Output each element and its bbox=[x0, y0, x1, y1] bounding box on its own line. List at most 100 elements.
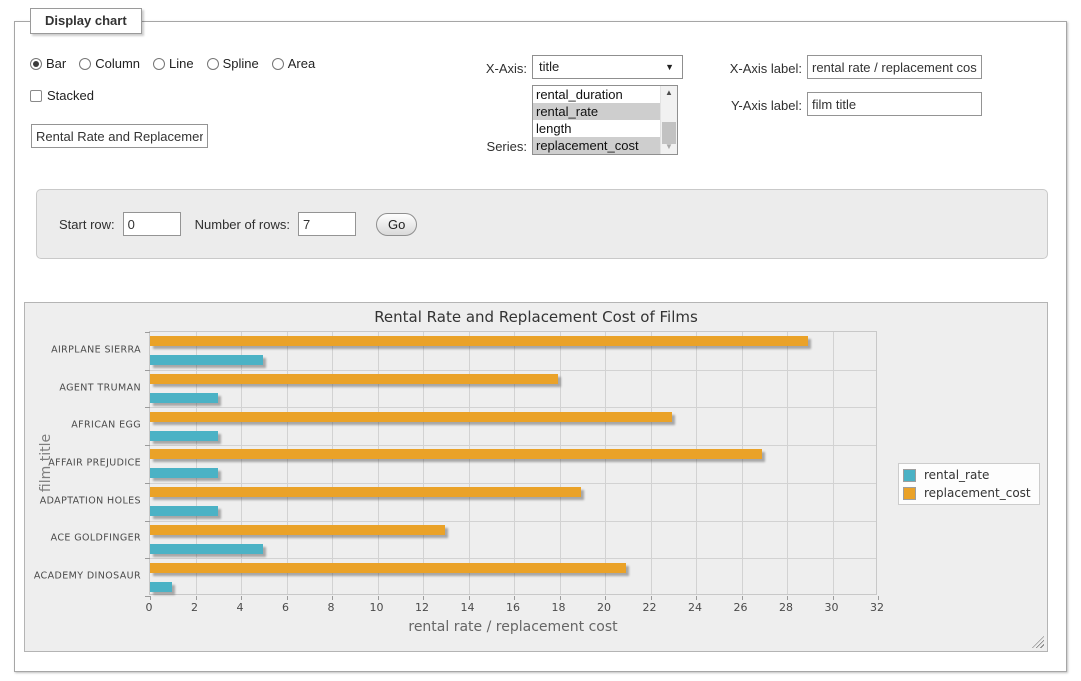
x-axis-label-field-label: X-Axis label: bbox=[712, 61, 802, 76]
x-tick-label: 24 bbox=[688, 601, 702, 614]
start-row-input[interactable] bbox=[123, 212, 181, 236]
x-tick-label: 14 bbox=[461, 601, 475, 614]
x-tick-mark bbox=[423, 596, 424, 600]
legend-swatch-icon bbox=[903, 487, 916, 500]
chevron-down-icon: ▼ bbox=[665, 63, 674, 72]
x-axis-label-input[interactable] bbox=[807, 55, 982, 79]
bar-replacement_cost bbox=[150, 449, 762, 459]
x-tick-mark bbox=[651, 596, 652, 600]
radio-label: Spline bbox=[223, 56, 259, 71]
y-tick-mark bbox=[145, 596, 150, 597]
x-tick-mark bbox=[196, 596, 197, 600]
radio-icon[interactable] bbox=[30, 58, 42, 70]
y-category-label: ADAPTATION HOLES bbox=[25, 495, 141, 506]
fieldset-legend: Display chart bbox=[30, 8, 142, 34]
row-controls-panel: Start row: Number of rows: Go bbox=[36, 189, 1048, 259]
x-axis-selected-value: title bbox=[539, 59, 559, 74]
bar-rental_rate bbox=[150, 355, 263, 365]
x-tick-label: 8 bbox=[328, 601, 335, 614]
series-listbox[interactable]: rental_durationrental_ratelengthreplacem… bbox=[532, 85, 678, 155]
legend-item: replacement_cost bbox=[903, 486, 1031, 500]
bar-band bbox=[150, 445, 876, 483]
y-axis-label-field-label: Y-Axis label: bbox=[712, 98, 802, 113]
stacked-option[interactable]: Stacked bbox=[30, 88, 94, 103]
series-option-length[interactable]: length bbox=[533, 120, 660, 137]
radio-label: Area bbox=[288, 56, 315, 71]
x-tick-mark bbox=[241, 596, 242, 600]
chart-title-input[interactable] bbox=[31, 124, 208, 148]
x-tick-mark bbox=[696, 596, 697, 600]
x-tick-mark bbox=[378, 596, 379, 600]
chart-type-radio-spline[interactable]: Spline bbox=[207, 56, 259, 71]
x-tick-label: 30 bbox=[825, 601, 839, 614]
y-category-label: AIRPLANE SIERRA bbox=[25, 344, 141, 355]
x-tick-mark bbox=[287, 596, 288, 600]
series-option-rental_rate[interactable]: rental_rate bbox=[533, 103, 660, 120]
x-tick-label: 4 bbox=[237, 601, 244, 614]
bar-replacement_cost bbox=[150, 412, 672, 422]
x-tick-label: 16 bbox=[506, 601, 520, 614]
stacked-checkbox[interactable] bbox=[30, 90, 42, 102]
bar-band bbox=[150, 558, 876, 596]
scroll-up-icon[interactable]: ▲ bbox=[661, 86, 677, 100]
x-tick-label: 32 bbox=[870, 601, 884, 614]
x-tick-mark bbox=[514, 596, 515, 600]
bar-replacement_cost bbox=[150, 336, 808, 346]
legend-item: rental_rate bbox=[903, 468, 1031, 482]
go-button[interactable]: Go bbox=[376, 213, 417, 236]
x-tick-mark bbox=[332, 596, 333, 600]
series-option-rental_duration[interactable]: rental_duration bbox=[533, 86, 660, 103]
x-tick-label: 22 bbox=[643, 601, 657, 614]
bar-replacement_cost bbox=[150, 525, 445, 535]
x-tick-mark bbox=[787, 596, 788, 600]
x-tick-label: 2 bbox=[191, 601, 198, 614]
x-tick-mark bbox=[150, 596, 151, 600]
radio-icon[interactable] bbox=[79, 58, 91, 70]
bar-rental_rate bbox=[150, 582, 172, 592]
bar-band bbox=[150, 483, 876, 521]
x-tick-label: 26 bbox=[734, 601, 748, 614]
y-category-label: AFFAIR PREJUDICE bbox=[25, 458, 141, 469]
y-axis-label-input[interactable] bbox=[807, 92, 982, 116]
x-axis-select[interactable]: title ▼ bbox=[532, 55, 683, 79]
radio-label: Line bbox=[169, 56, 194, 71]
series-option-replacement_cost[interactable]: replacement_cost bbox=[533, 137, 660, 154]
x-tick-mark bbox=[878, 596, 879, 600]
num-rows-input[interactable] bbox=[298, 212, 356, 236]
chart-legend: rental_rate replacement_cost bbox=[898, 463, 1040, 505]
series-field-label: Series: bbox=[440, 139, 527, 154]
chart-type-radio-bar[interactable]: Bar bbox=[30, 56, 66, 71]
x-axis-title: rental rate / replacement cost bbox=[149, 619, 877, 635]
chart-title: Rental Rate and Replacement Cost of Film… bbox=[25, 308, 1047, 326]
chart-type-radio-line[interactable]: Line bbox=[153, 56, 194, 71]
x-tick-label: 28 bbox=[779, 601, 793, 614]
bar-replacement_cost bbox=[150, 487, 581, 497]
radio-icon[interactable] bbox=[153, 58, 165, 70]
plot-area bbox=[149, 331, 877, 595]
bar-rental_rate bbox=[150, 506, 218, 516]
radio-icon[interactable] bbox=[207, 58, 219, 70]
bar-replacement_cost bbox=[150, 374, 558, 384]
x-tick-label: 10 bbox=[370, 601, 384, 614]
legend-label: rental_rate bbox=[924, 468, 989, 482]
radio-icon[interactable] bbox=[272, 58, 284, 70]
y-category-label: ACADEMY DINOSAUR bbox=[25, 571, 141, 582]
chart-type-radio-area[interactable]: Area bbox=[272, 56, 315, 71]
legend-label: replacement_cost bbox=[924, 486, 1031, 500]
scroll-down-icon[interactable]: ▼ bbox=[661, 140, 677, 154]
x-axis-field-label: X-Axis: bbox=[440, 61, 527, 76]
resize-handle-icon[interactable] bbox=[1032, 636, 1044, 648]
x-tick-label: 6 bbox=[282, 601, 289, 614]
bar-rental_rate bbox=[150, 544, 263, 554]
chart-type-radio-column[interactable]: Column bbox=[79, 56, 140, 71]
chart-container: Rental Rate and Replacement Cost of Film… bbox=[24, 302, 1048, 652]
x-tick-label: 0 bbox=[146, 601, 153, 614]
listbox-scrollbar[interactable]: ▲ ▼ bbox=[660, 86, 677, 154]
bar-band bbox=[150, 407, 876, 445]
bar-band bbox=[150, 370, 876, 408]
num-rows-label: Number of rows: bbox=[195, 217, 290, 232]
x-tick-mark bbox=[742, 596, 743, 600]
bar-rental_rate bbox=[150, 431, 218, 441]
x-tick-label: 12 bbox=[415, 601, 429, 614]
y-category-label: ACE GOLDFINGER bbox=[25, 533, 141, 544]
